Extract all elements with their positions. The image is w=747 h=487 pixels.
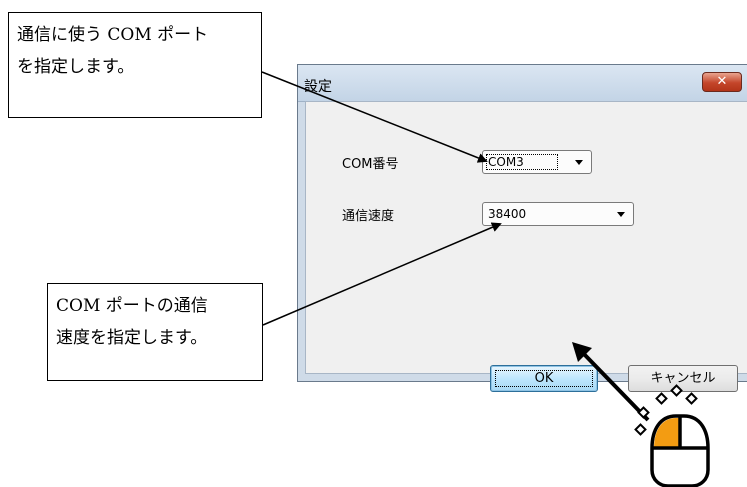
arrow-to-ok-button (580, 350, 650, 422)
mouse-icon (650, 414, 710, 487)
arrow-to-baud-select (262, 222, 502, 326)
annotation-overlay (261, 71, 710, 487)
arrow-to-com-select (261, 71, 488, 163)
